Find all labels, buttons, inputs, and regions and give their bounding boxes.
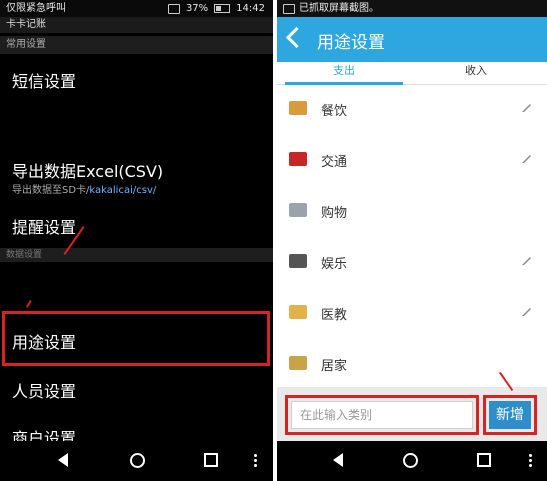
menu-label: 提醒设置 bbox=[12, 218, 77, 237]
list-item[interactable]: 餐饮 bbox=[277, 85, 547, 135]
list-item[interactable]: 医教 bbox=[277, 289, 547, 339]
highlight-box bbox=[2, 311, 270, 366]
export-subtitle-prefix: 导出数据至SD卡/ bbox=[12, 185, 90, 196]
list-item[interactable]: 购物 bbox=[277, 187, 547, 237]
category-label: 购物 bbox=[321, 206, 348, 221]
menu-export-excel[interactable]: 导出数据Excel(CSV) bbox=[0, 158, 273, 182]
menu-reminder-settings[interactable]: 提醒设置 bbox=[0, 214, 273, 238]
left-screen: 仅限紧急呼叫 37% 14:42 卡卡记账 常用设置 短信设置 导出数据Exce… bbox=[0, 0, 273, 481]
annotation-mark bbox=[26, 300, 32, 308]
menu-label: 导出数据Excel(CSV) bbox=[12, 162, 164, 181]
add-category-bar: 在此输入类别 新增 bbox=[277, 371, 547, 441]
menu-label: 人员设置 bbox=[12, 382, 77, 401]
nav-bar bbox=[277, 441, 547, 481]
screenshot-icon bbox=[283, 4, 295, 14]
category-label: 医教 bbox=[321, 308, 348, 323]
category-label: 交通 bbox=[321, 155, 348, 170]
category-input[interactable]: 在此输入类别 bbox=[291, 401, 473, 429]
list-item[interactable]: 交通 bbox=[277, 136, 547, 186]
battery-icon bbox=[214, 4, 231, 13]
wifi-icon bbox=[167, 3, 180, 14]
section-common-settings: 常用设置 bbox=[0, 36, 273, 54]
edit-pencil-icon[interactable] bbox=[521, 254, 533, 266]
category-list: 餐饮交通购物娱乐医教居家 bbox=[277, 85, 547, 387]
status-text: 仅限紧急呼叫 bbox=[6, 3, 66, 14]
section-data-settings: 数据设置 bbox=[0, 248, 273, 262]
right-screen: 已抓取屏幕截图。 用途设置 支出 收入 餐饮交通购物娱乐医教居家 在此输入类别 … bbox=[277, 0, 547, 481]
tab-expense[interactable]: 支出 bbox=[285, 62, 403, 85]
edit-pencil-icon[interactable] bbox=[521, 101, 533, 113]
menu-dots-icon[interactable] bbox=[529, 454, 532, 469]
status-time: 14:42 bbox=[236, 3, 265, 14]
edit-pencil-icon[interactable] bbox=[521, 152, 533, 164]
export-subtitle-path: kakalicai/csv/ bbox=[89, 185, 157, 196]
status-bar: 仅限紧急呼叫 37% 14:42 bbox=[0, 0, 273, 17]
bus-icon bbox=[289, 152, 307, 166]
category-label: 餐饮 bbox=[321, 104, 348, 119]
menu-dots-icon[interactable] bbox=[254, 454, 257, 469]
app-header: 用途设置 bbox=[277, 17, 547, 62]
tab-bar: 支出 收入 bbox=[277, 62, 547, 85]
battery-percent: 37% bbox=[185, 3, 209, 14]
home-nav-icon[interactable] bbox=[130, 453, 145, 468]
status-bar: 已抓取屏幕截图。 bbox=[277, 0, 547, 17]
back-nav-icon[interactable] bbox=[333, 453, 343, 467]
recents-nav-icon[interactable] bbox=[204, 453, 218, 467]
app-title: 卡卡记账 bbox=[0, 17, 273, 33]
menu-people-settings[interactable]: 人员设置 bbox=[0, 378, 273, 402]
nav-bar bbox=[0, 441, 273, 481]
back-arrow-icon[interactable] bbox=[285, 26, 308, 49]
back-nav-icon[interactable] bbox=[58, 453, 68, 467]
list-item[interactable]: 娱乐 bbox=[277, 238, 547, 288]
house-icon bbox=[289, 356, 307, 370]
add-category-button[interactable]: 新增 bbox=[489, 401, 531, 429]
menu-label: 短信设置 bbox=[12, 72, 77, 91]
category-label: 居家 bbox=[321, 359, 348, 374]
export-subtitle: 导出数据至SD卡/kakalicai/csv/ bbox=[12, 181, 156, 196]
book-icon bbox=[289, 305, 307, 319]
entertainment-icon bbox=[289, 254, 307, 268]
page-title: 用途设置 bbox=[317, 33, 385, 53]
category-label: 娱乐 bbox=[321, 257, 348, 272]
home-nav-icon[interactable] bbox=[403, 453, 418, 468]
food-icon bbox=[289, 101, 307, 115]
recents-nav-icon[interactable] bbox=[477, 453, 491, 467]
edit-pencil-icon[interactable] bbox=[521, 305, 533, 317]
menu-sms-settings[interactable]: 短信设置 bbox=[0, 68, 273, 92]
status-text: 已抓取屏幕截图。 bbox=[299, 3, 379, 14]
cart-icon bbox=[289, 203, 307, 217]
tab-income[interactable]: 收入 bbox=[417, 62, 535, 82]
